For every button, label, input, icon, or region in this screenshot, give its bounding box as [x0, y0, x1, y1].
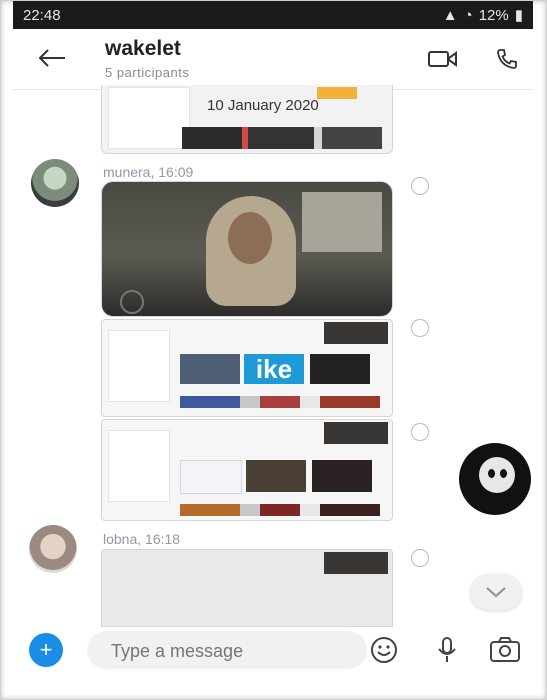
screen-cam [324, 322, 388, 344]
screen-card [180, 354, 240, 384]
skull-eye [488, 469, 495, 478]
screen-bottom-strip [180, 396, 380, 408]
slide-thumbnails [182, 127, 382, 149]
participants-count[interactable]: 5 participants [105, 65, 189, 80]
screen-card-dark [310, 354, 370, 384]
video-call-icon[interactable] [428, 49, 458, 74]
screen-cam [324, 552, 388, 574]
slide-panel [108, 87, 190, 149]
message-box[interactable] [87, 631, 367, 669]
app-frame: 22:48 ▲ ◔ 12% ▮ wakelet 5 participants 1… [0, 0, 547, 700]
status-right: ▲ ◔ 12% ▮ [442, 6, 523, 25]
screen-card-orange [312, 460, 372, 492]
shared-screenshot[interactable]: ike [101, 319, 393, 417]
battery-icon: ▮ [514, 7, 523, 24]
shared-screenshot[interactable] [101, 419, 393, 521]
message-input[interactable] [109, 640, 353, 663]
ike-banner: ike [244, 354, 304, 384]
slide-date-text: 10 January 2020 [207, 97, 319, 114]
scroll-down-button[interactable] [470, 574, 522, 610]
signal-icon: ▲ [442, 6, 458, 24]
camera-icon[interactable] [489, 635, 521, 670]
battery-level: 12% [478, 6, 509, 24]
reaction-icon[interactable] [411, 177, 429, 195]
chevron-down-icon [486, 587, 506, 598]
photo-window [302, 192, 382, 252]
back-arrow-icon[interactable] [37, 43, 67, 75]
wifi-icon: ◔ [463, 6, 473, 24]
skull-eye [500, 469, 507, 478]
phone-icon[interactable] [495, 47, 519, 76]
screen-sidebar [108, 430, 170, 502]
ike-text: ike [255, 354, 293, 384]
photo-face [228, 212, 272, 264]
screen-sidebar [108, 330, 170, 402]
avatar-munera[interactable] [31, 159, 79, 207]
screen-bottom-strip [180, 504, 380, 516]
sender-label: munera, 16:09 [103, 164, 194, 180]
avatar-lobna[interactable] [29, 525, 77, 573]
screen-card [180, 460, 242, 494]
skull-figure [479, 457, 515, 493]
reaction-icon[interactable] [411, 319, 429, 337]
status-bar: 22:48 ▲ ◔ 12% ▮ [13, 1, 533, 29]
status-time: 22:48 [23, 6, 61, 24]
microphone-icon[interactable] [435, 635, 459, 670]
emoji-icon[interactable] [369, 635, 399, 670]
chat-title[interactable]: wakelet [105, 37, 181, 61]
slide-logo [317, 87, 357, 99]
add-attachment-button[interactable]: + [29, 633, 63, 667]
reaction-icon[interactable] [411, 549, 429, 567]
sender-label: lobna, 16:18 [103, 531, 181, 547]
avatar-self[interactable] [459, 443, 531, 515]
shared-photo[interactable] [101, 181, 393, 317]
chat-header: wakelet 5 participants [13, 29, 533, 90]
shared-image-slide[interactable]: 10 January 2020 [101, 85, 393, 154]
shared-screenshot[interactable] [101, 549, 393, 627]
screen-cam [324, 422, 388, 444]
screen-card-dark [246, 460, 306, 492]
photo-watermark [120, 290, 144, 314]
message-composer: + [13, 627, 533, 673]
reaction-icon[interactable] [411, 423, 429, 441]
